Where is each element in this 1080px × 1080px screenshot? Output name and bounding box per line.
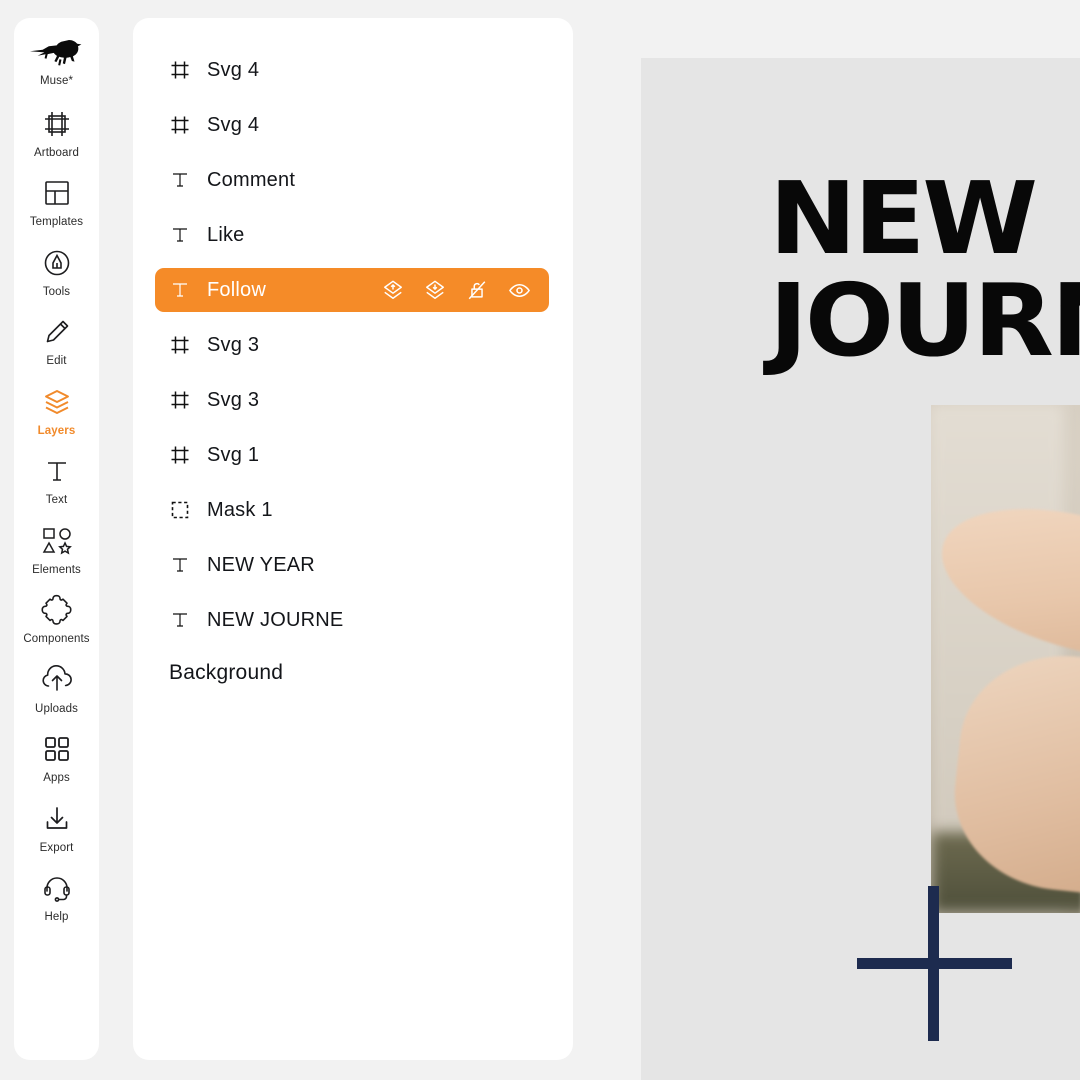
- layer-row[interactable]: Svg 4: [155, 103, 549, 147]
- layer-row[interactable]: Svg 4: [155, 48, 549, 92]
- sidebar-item-edit[interactable]: Edit: [14, 315, 99, 368]
- sidebar-item-label: Elements: [32, 563, 81, 576]
- mask-icon: [169, 499, 191, 521]
- layer-row[interactable]: Like: [155, 213, 549, 257]
- apps-icon: [40, 732, 74, 766]
- text-layer-icon: [169, 279, 191, 301]
- brand-label: Muse*: [39, 75, 74, 87]
- layer-name: Background: [169, 661, 284, 684]
- visibility-eye-icon[interactable]: [507, 278, 531, 302]
- layer-row[interactable]: Svg 1: [155, 433, 549, 477]
- frame-icon: [169, 334, 191, 356]
- layer-name: Follow: [207, 278, 266, 301]
- export-icon: [40, 802, 74, 836]
- layer-name: Svg 4: [207, 113, 260, 136]
- text-layer-icon: [169, 554, 191, 576]
- sidebar-item-label: Text: [45, 494, 68, 506]
- layer-name: NEW YEAR: [207, 553, 315, 576]
- sidebar-item-label: Uploads: [35, 702, 78, 715]
- sidebar-item-components[interactable]: Components: [14, 593, 99, 646]
- layer-name: Svg 3: [207, 388, 260, 411]
- layer-row-selected[interactable]: Follow: [155, 268, 549, 312]
- sidebar-item-apps[interactable]: Apps: [14, 732, 99, 785]
- frame-icon: [169, 114, 191, 136]
- layer-name: Svg 3: [207, 333, 260, 356]
- frame-icon: [169, 444, 191, 466]
- headline-line-2: JOURNE: [769, 262, 1080, 379]
- frame-icon: [169, 59, 191, 81]
- sidebar-item-templates[interactable]: Templates: [14, 176, 99, 229]
- sidebar-item-label: Export: [39, 841, 74, 854]
- text-icon: [40, 454, 74, 488]
- tools-icon: [40, 246, 74, 280]
- layers-panel: Svg 4 Svg 4 Comment Like Follow Svg 3 Sv…: [133, 18, 573, 1060]
- sidebar-item-help[interactable]: Help: [14, 871, 99, 924]
- sidebar-item-label: Tools: [42, 285, 71, 298]
- canvas-artboard[interactable]: NEW JOURNE: [641, 58, 1080, 1080]
- elements-icon: [40, 524, 74, 558]
- uploads-icon: [40, 663, 74, 697]
- layer-name: NEW JOURNE: [207, 608, 344, 631]
- app-root: Muse* Artboard Templates Tools Edit Laye…: [0, 0, 1080, 1080]
- layer-row-actions: [381, 278, 541, 302]
- brand-logo[interactable]: Muse*: [14, 36, 99, 88]
- sidebar-item-elements[interactable]: Elements: [14, 524, 99, 577]
- canvas-headline[interactable]: NEW JOURNE: [769, 169, 1080, 379]
- layer-name: Svg 1: [207, 443, 260, 466]
- layer-name: Svg 4: [207, 58, 260, 81]
- headline-line-1: NEW: [769, 160, 1038, 277]
- unlock-icon[interactable]: [465, 278, 489, 302]
- sidebar-item-label: Components: [23, 633, 90, 645]
- plus-horizontal-bar: [857, 958, 1012, 969]
- layer-row[interactable]: Comment: [155, 158, 549, 202]
- edit-pencil-icon: [40, 315, 74, 349]
- sidebar-item-label: Edit: [46, 355, 67, 367]
- sidebar-item-label: Apps: [43, 772, 70, 784]
- layer-row[interactable]: Svg 3: [155, 378, 549, 422]
- layer-name: Mask 1: [207, 498, 273, 521]
- layer-row[interactable]: NEW YEAR: [155, 543, 549, 587]
- tool-sidebar: Muse* Artboard Templates Tools Edit Laye…: [14, 18, 99, 1060]
- sidebar-item-text[interactable]: Text: [14, 454, 99, 507]
- sidebar-item-label: Templates: [29, 216, 84, 228]
- canvas-photo-hands[interactable]: [931, 405, 1080, 913]
- sidebar-item-label: Layers: [37, 424, 76, 437]
- send-backward-icon[interactable]: [423, 278, 447, 302]
- components-icon: [40, 593, 74, 627]
- dinosaur-logo-icon: [27, 36, 87, 72]
- sidebar-item-tools[interactable]: Tools: [14, 246, 99, 299]
- layers-icon: [40, 385, 74, 419]
- sidebar-item-artboard[interactable]: Artboard: [14, 107, 99, 160]
- layer-row[interactable]: Mask 1: [155, 488, 549, 532]
- templates-icon: [40, 176, 74, 210]
- sidebar-item-export[interactable]: Export: [14, 802, 99, 855]
- sidebar-item-uploads[interactable]: Uploads: [14, 663, 99, 716]
- artboard-icon: [40, 107, 74, 141]
- plus-cross-graphic[interactable]: [857, 886, 1012, 1041]
- bring-forward-icon[interactable]: [381, 278, 405, 302]
- layer-row-background[interactable]: Background: [155, 653, 549, 693]
- layer-name: Like: [207, 223, 245, 246]
- sidebar-item-label: Artboard: [34, 146, 79, 159]
- layer-name: Comment: [207, 168, 296, 191]
- sidebar-item-label: Help: [44, 911, 69, 923]
- text-layer-icon: [169, 224, 191, 246]
- help-headset-icon: [40, 871, 74, 905]
- layer-row[interactable]: Svg 3: [155, 323, 549, 367]
- sidebar-item-layers[interactable]: Layers: [14, 385, 99, 438]
- layer-row[interactable]: NEW JOURNE: [155, 598, 549, 642]
- text-layer-icon: [169, 609, 191, 631]
- text-layer-icon: [169, 169, 191, 191]
- frame-icon: [169, 389, 191, 411]
